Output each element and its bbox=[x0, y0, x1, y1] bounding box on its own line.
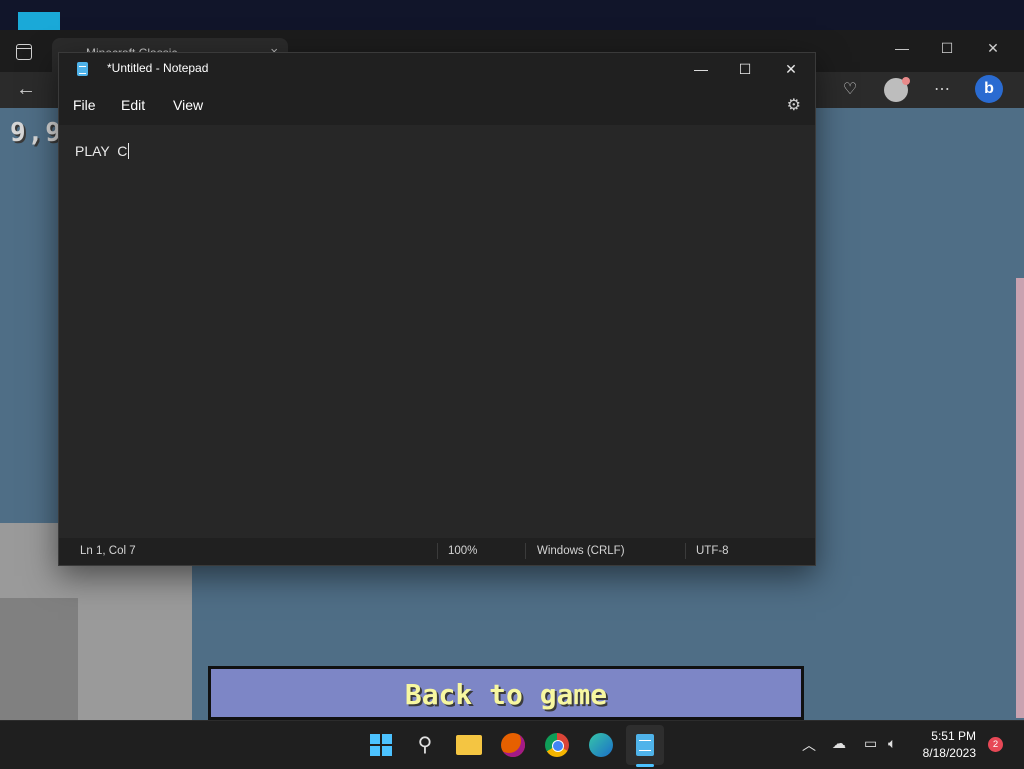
menu-file[interactable]: File bbox=[73, 97, 96, 113]
text-caret bbox=[128, 143, 130, 159]
notepad-status-bar: Ln 1, Col 7 100% Windows (CRLF) UTF-8 bbox=[59, 538, 815, 565]
firefox-button[interactable] bbox=[498, 730, 528, 760]
folder-icon bbox=[456, 735, 482, 755]
status-cursor-position: Ln 1, Col 7 bbox=[80, 545, 136, 557]
back-to-game-label: Back to game bbox=[404, 678, 608, 711]
status-separator bbox=[525, 543, 526, 559]
menu-edit[interactable]: Edit bbox=[121, 97, 145, 113]
firefox-icon bbox=[501, 733, 525, 757]
chrome-button[interactable] bbox=[542, 730, 572, 760]
start-button[interactable] bbox=[366, 730, 396, 760]
edge-icon bbox=[589, 733, 613, 757]
status-line-ending: Windows (CRLF) bbox=[537, 545, 625, 557]
back-to-game-button[interactable]: Back to game bbox=[208, 666, 804, 720]
clock-time[interactable]: 5:51 PM bbox=[931, 729, 976, 743]
back-arrow-icon[interactable]: ← bbox=[16, 78, 36, 101]
active-app-indicator bbox=[636, 764, 654, 767]
notepad-text-area[interactable]: PLAY C bbox=[59, 125, 815, 538]
desktop-window-thumbnail bbox=[18, 12, 60, 30]
onedrive-cloud-icon[interactable]: ☁ bbox=[832, 735, 846, 752]
minimize-button[interactable]: — bbox=[687, 57, 715, 81]
desktop-background bbox=[0, 0, 1024, 30]
notepad-window-title: *Untitled - Notepad bbox=[107, 61, 209, 75]
settings-gear-icon[interactable]: ⚙ bbox=[787, 95, 801, 115]
notepad-content: PLAY C bbox=[75, 143, 128, 159]
status-zoom: 100% bbox=[448, 545, 478, 557]
notepad-title-bar[interactable]: *Untitled - Notepad — ☐ ✕ bbox=[59, 53, 815, 85]
tab-actions-icon[interactable] bbox=[16, 44, 32, 60]
browser-minimize-button[interactable]: — bbox=[892, 40, 912, 60]
game-score-text: 9,9 bbox=[10, 118, 63, 148]
maximize-button[interactable]: ☐ bbox=[731, 57, 759, 81]
chevron-up-icon[interactable]: ︿ bbox=[802, 735, 816, 755]
notepad-window: *Untitled - Notepad — ☐ ✕ File Edit View… bbox=[58, 52, 816, 566]
volume-icon[interactable]: 🔈︎ bbox=[888, 735, 896, 752]
notepad-taskbar-button[interactable] bbox=[630, 730, 660, 760]
notepad-icon bbox=[636, 734, 654, 756]
chrome-icon bbox=[545, 733, 569, 757]
status-encoding: UTF-8 bbox=[696, 545, 729, 557]
bing-copilot-icon[interactable]: b bbox=[975, 75, 1003, 103]
stone-block-shadow bbox=[0, 598, 78, 720]
menu-view[interactable]: View bbox=[173, 97, 203, 113]
status-separator bbox=[685, 543, 686, 559]
notification-badge[interactable]: 2 bbox=[988, 737, 1003, 752]
edge-button[interactable] bbox=[586, 730, 616, 760]
browser-close-button[interactable]: ✕ bbox=[983, 40, 1003, 60]
browser-essentials-icon[interactable]: ♡ bbox=[838, 78, 862, 102]
profile-avatar[interactable] bbox=[884, 77, 910, 102]
search-icon[interactable]: ⚲ bbox=[410, 730, 440, 760]
notepad-menu-bar: File Edit View ⚙ bbox=[59, 85, 815, 125]
browser-maximize-button[interactable]: ☐ bbox=[937, 40, 957, 60]
game-side-object bbox=[1016, 278, 1024, 718]
clock-date[interactable]: 8/18/2023 bbox=[923, 746, 976, 760]
notepad-app-icon bbox=[77, 62, 88, 76]
more-options-icon[interactable]: ⋯ bbox=[930, 78, 954, 102]
file-explorer-button[interactable] bbox=[454, 730, 484, 760]
windows-taskbar: ⚲ ︿ ☁ ▭ 🔈︎ 5:51 PM 8/18/2023 2 bbox=[0, 720, 1024, 769]
status-separator bbox=[437, 543, 438, 559]
windows-start-icon bbox=[370, 734, 392, 756]
network-icon[interactable]: ▭ bbox=[864, 735, 877, 752]
close-button[interactable]: ✕ bbox=[777, 57, 805, 81]
